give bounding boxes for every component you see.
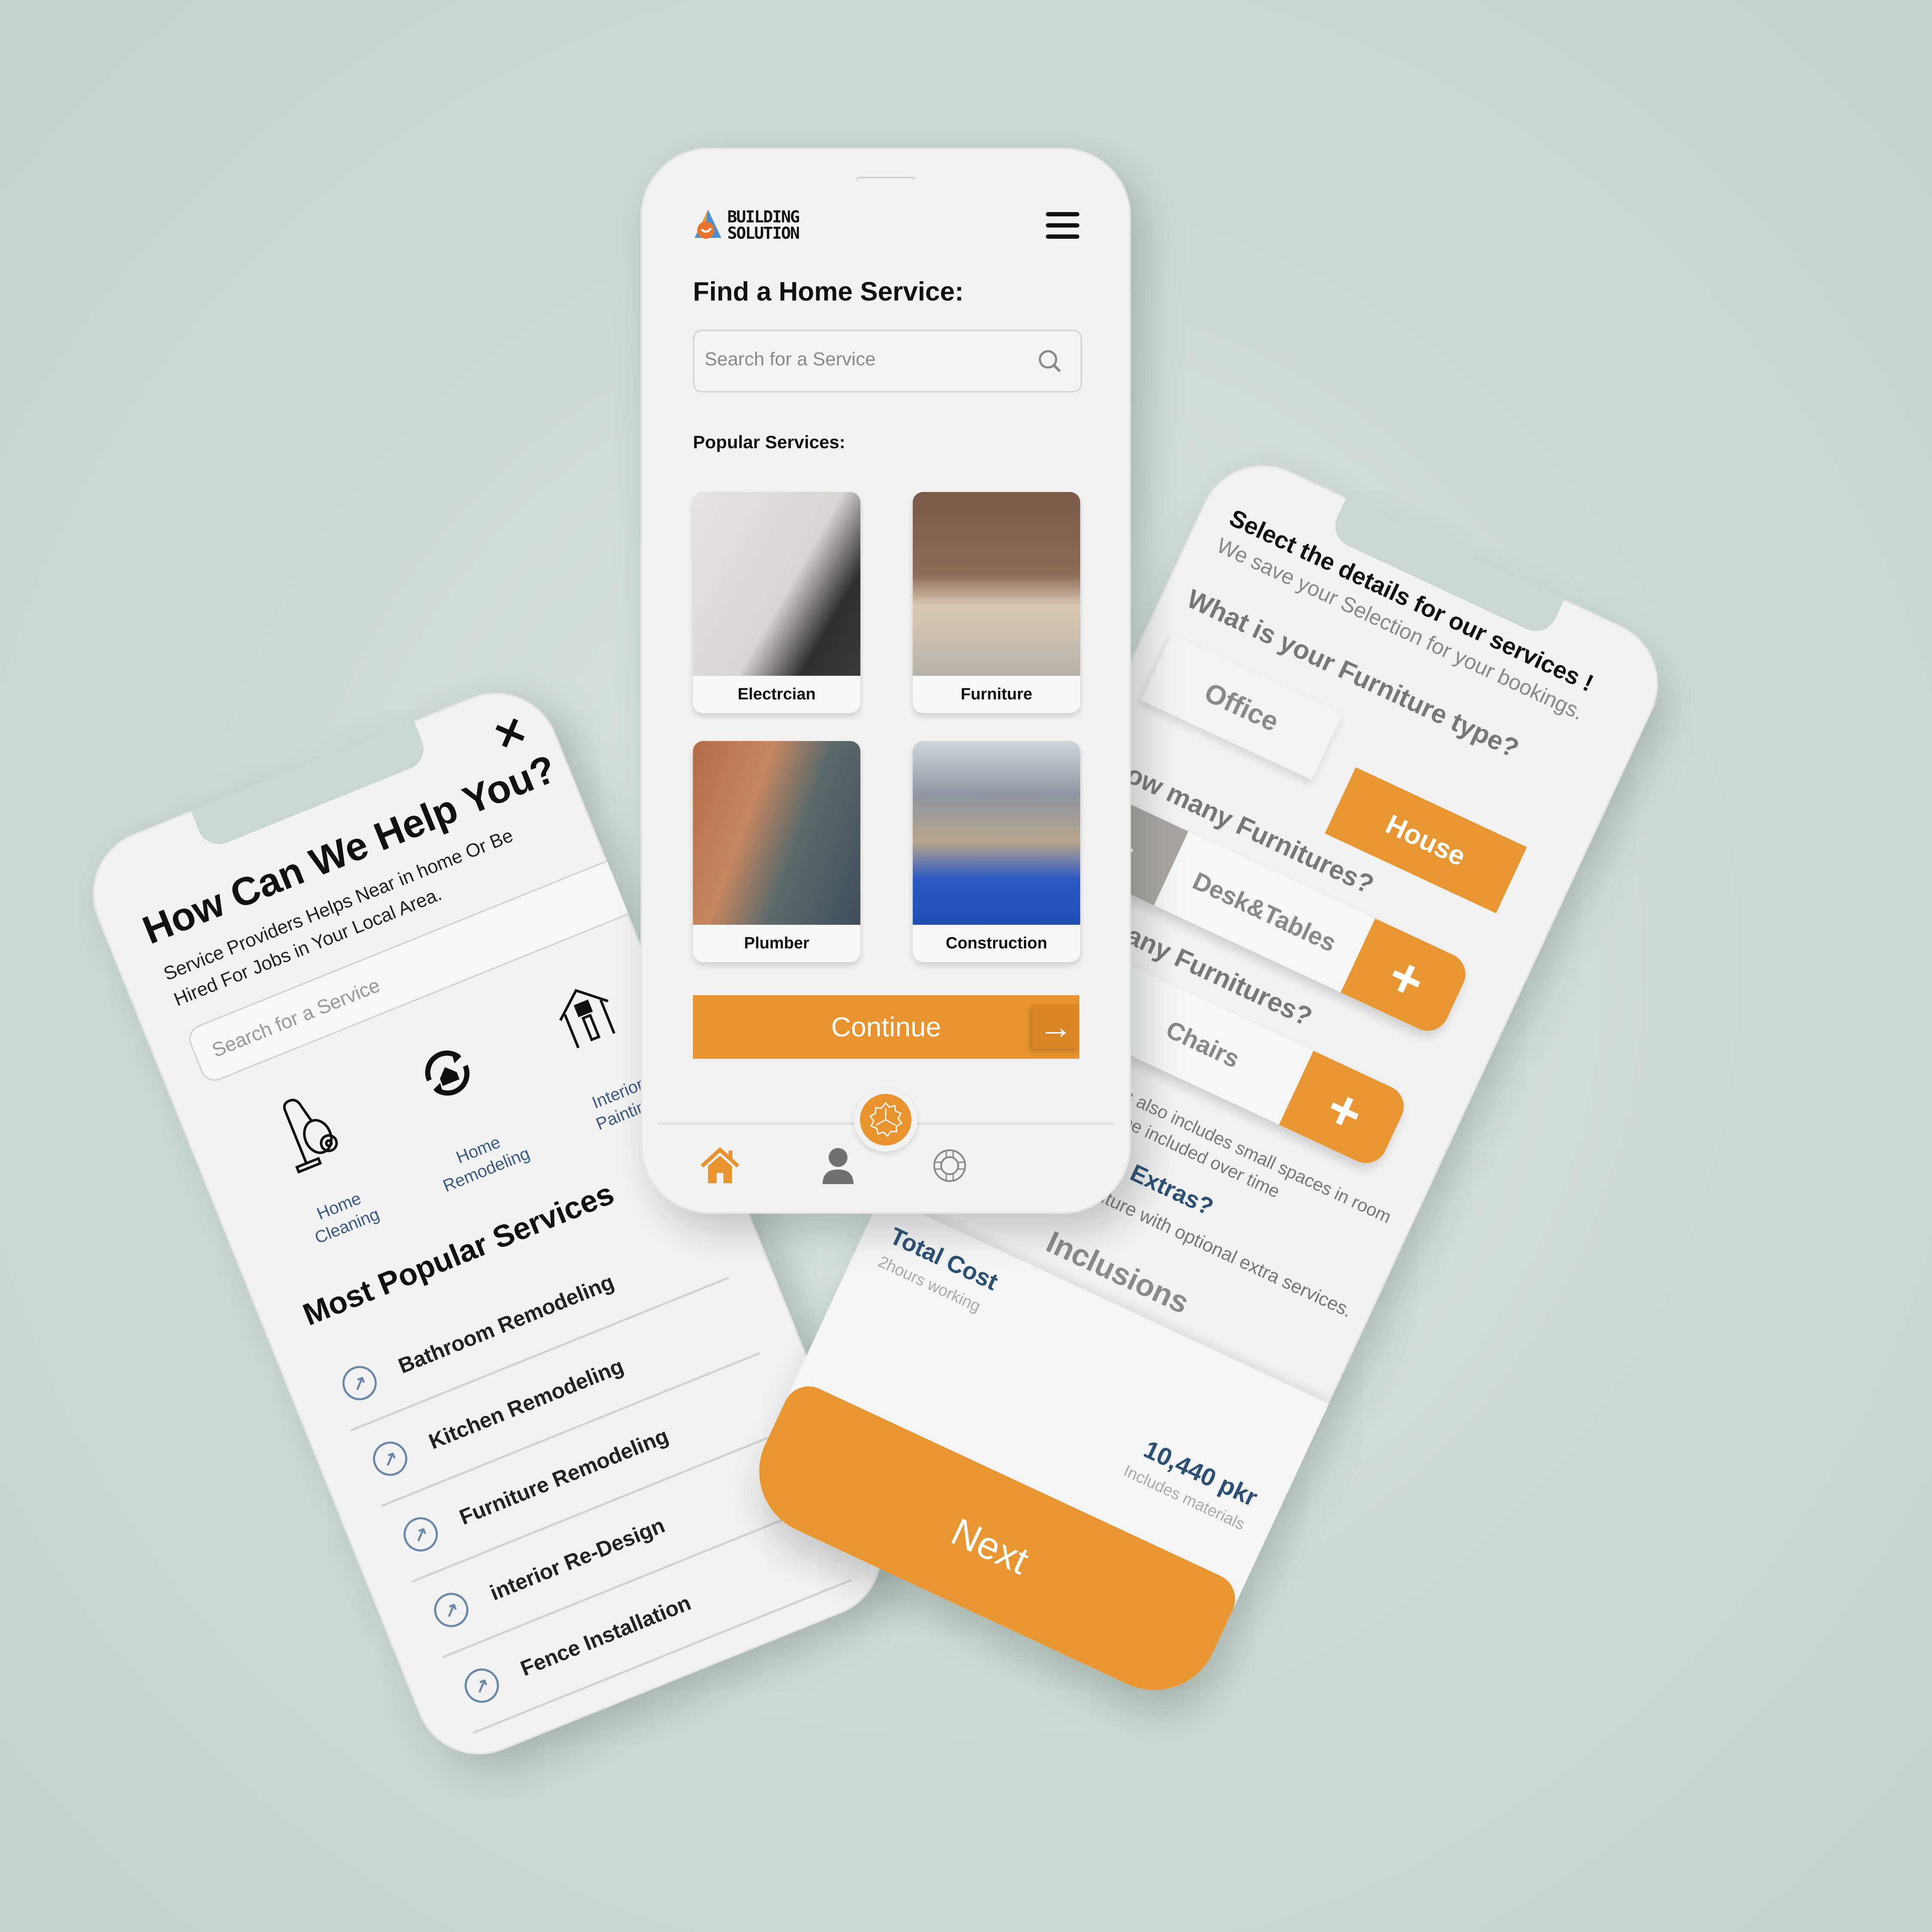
search-input[interactable] [704, 348, 1006, 371]
service-card-electrician[interactable]: Electrcian [693, 492, 860, 713]
close-icon[interactable]: ✕ [487, 707, 534, 761]
nav-support[interactable] [926, 1142, 973, 1189]
category-home-cleaning[interactable]: Home Cleaning [234, 1069, 411, 1260]
service-card-label: Furniture [960, 685, 1033, 703]
nav-profile[interactable] [814, 1142, 862, 1189]
electrician-photo [693, 492, 860, 676]
plumber-photo [693, 741, 860, 925]
house-wrench-logo-icon [693, 208, 723, 242]
brand-name: BUILDING SOLUTION [727, 207, 800, 243]
brand-logo[interactable]: BUILDING SOLUTION [693, 207, 800, 243]
arrow-circle-icon: ↗ [337, 1360, 382, 1406]
home-icon [700, 1147, 740, 1183]
phone-speaker [857, 177, 915, 181]
center-action-button[interactable] [854, 1088, 917, 1151]
page-title: Find a Home Service: [693, 277, 964, 307]
service-card-construction[interactable]: Construction [913, 741, 1080, 962]
service-card-furniture[interactable]: Furniture [913, 492, 1080, 713]
arrow-circle-icon: ↗ [428, 1587, 474, 1632]
category-home-remodeling[interactable]: Home Remodeling [373, 1013, 550, 1204]
nav-home[interactable] [696, 1142, 744, 1189]
arrow-circle-icon: ↗ [368, 1436, 413, 1481]
gear-icon [869, 1102, 903, 1137]
center-phone-screen: BUILDING SOLUTION Find a Home Service: P… [641, 148, 1131, 1214]
increment-button[interactable]: + [1279, 1051, 1411, 1170]
continue-label: Continue [831, 1012, 942, 1042]
continue-button[interactable]: Continue → [693, 995, 1079, 1059]
popular-services-label: Popular Services: [693, 432, 845, 452]
service-card-label: Electrcian [738, 685, 816, 703]
arrow-circle-icon: ↗ [398, 1512, 443, 1557]
construction-photo [913, 741, 1080, 925]
search-field[interactable] [693, 330, 1082, 392]
service-card-label: Construction [945, 934, 1048, 952]
lifebuoy-icon [933, 1149, 966, 1182]
service-card-label: Plumber [744, 934, 810, 952]
popular-services-grid: Electrcian Furniture Plumber Constructio… [693, 492, 1080, 962]
furniture-photo [913, 492, 1080, 676]
hamburger-menu-icon[interactable] [1046, 212, 1079, 246]
arrow-circle-icon: ↗ [459, 1663, 504, 1708]
increment-button[interactable]: + [1340, 918, 1473, 1038]
service-card-plumber[interactable]: Plumber [693, 741, 860, 962]
search-icon[interactable] [1038, 349, 1061, 372]
user-icon [823, 1148, 854, 1184]
arrow-right-icon: → [1032, 1005, 1079, 1049]
